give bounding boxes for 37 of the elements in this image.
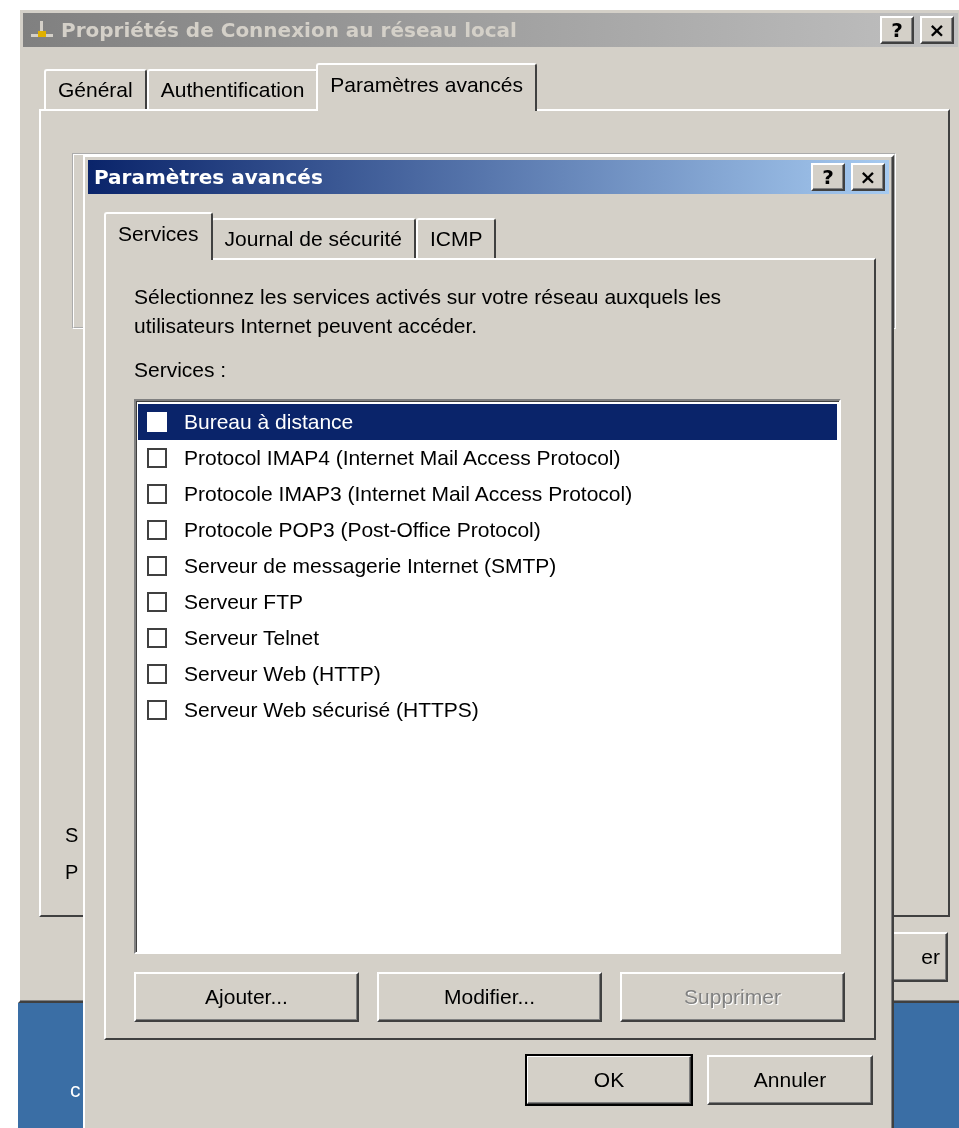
panel-label: P bbox=[65, 860, 79, 885]
tab[interactable]: Général bbox=[44, 69, 147, 109]
tab[interactable]: Authentification bbox=[146, 69, 319, 109]
tab[interactable]: Paramètres avancés bbox=[316, 63, 537, 111]
checkbox[interactable] bbox=[147, 592, 167, 612]
dialog-title: Paramètres avancés bbox=[94, 165, 324, 189]
service-row[interactable]: Bureau à distance bbox=[138, 404, 837, 440]
close-button[interactable]: × bbox=[851, 163, 885, 191]
tab[interactable]: Journal de sécurité bbox=[210, 218, 416, 258]
service-row[interactable]: Serveur Web (HTTP) bbox=[138, 656, 837, 692]
services-label: Services : bbox=[134, 358, 228, 382]
service-row[interactable]: Serveur FTP bbox=[138, 584, 837, 620]
help-button[interactable]: ? bbox=[880, 16, 914, 44]
service-row[interactable]: Serveur de messagerie Internet (SMTP) bbox=[138, 548, 837, 584]
dialog-button[interactable]: OK bbox=[526, 1055, 692, 1105]
checkbox[interactable] bbox=[147, 448, 167, 468]
checkbox[interactable] bbox=[147, 700, 167, 720]
service-row[interactable]: Serveur Telnet bbox=[138, 620, 837, 656]
service-row[interactable]: Protocole POP3 (Post-Office Protocol) bbox=[138, 512, 837, 548]
desktop-text: c bbox=[70, 1078, 81, 1102]
list-button[interactable]: Ajouter... bbox=[134, 972, 359, 1022]
service-row[interactable]: Protocol IMAP4 (Internet Mail Access Protocol) bbox=[138, 440, 837, 476]
panel-label: S bbox=[65, 823, 79, 848]
checkbox[interactable] bbox=[147, 484, 167, 504]
help-button[interactable]: ? bbox=[811, 163, 845, 191]
description-text: Sélectionnez les services activés sur votre réseau auxquels les utilisateurs Internet peuvent accéder. bbox=[134, 284, 723, 339]
service-row[interactable]: Protocole IMAP3 (Internet Mail Access Protocol) bbox=[138, 476, 837, 512]
checkbox[interactable] bbox=[147, 628, 167, 648]
tab[interactable]: Services bbox=[104, 212, 213, 260]
checkbox[interactable] bbox=[147, 664, 167, 684]
close-button[interactable]: × bbox=[920, 16, 954, 44]
service-row[interactable]: Serveur Web sécurisé (HTTPS) bbox=[138, 692, 837, 728]
checkbox[interactable] bbox=[147, 520, 167, 540]
dialog-button[interactable]: Annuler bbox=[707, 1055, 873, 1105]
list-button[interactable]: Modifier... bbox=[377, 972, 602, 1022]
checkbox[interactable] bbox=[147, 556, 167, 576]
tab[interactable]: ICMP bbox=[415, 218, 497, 258]
